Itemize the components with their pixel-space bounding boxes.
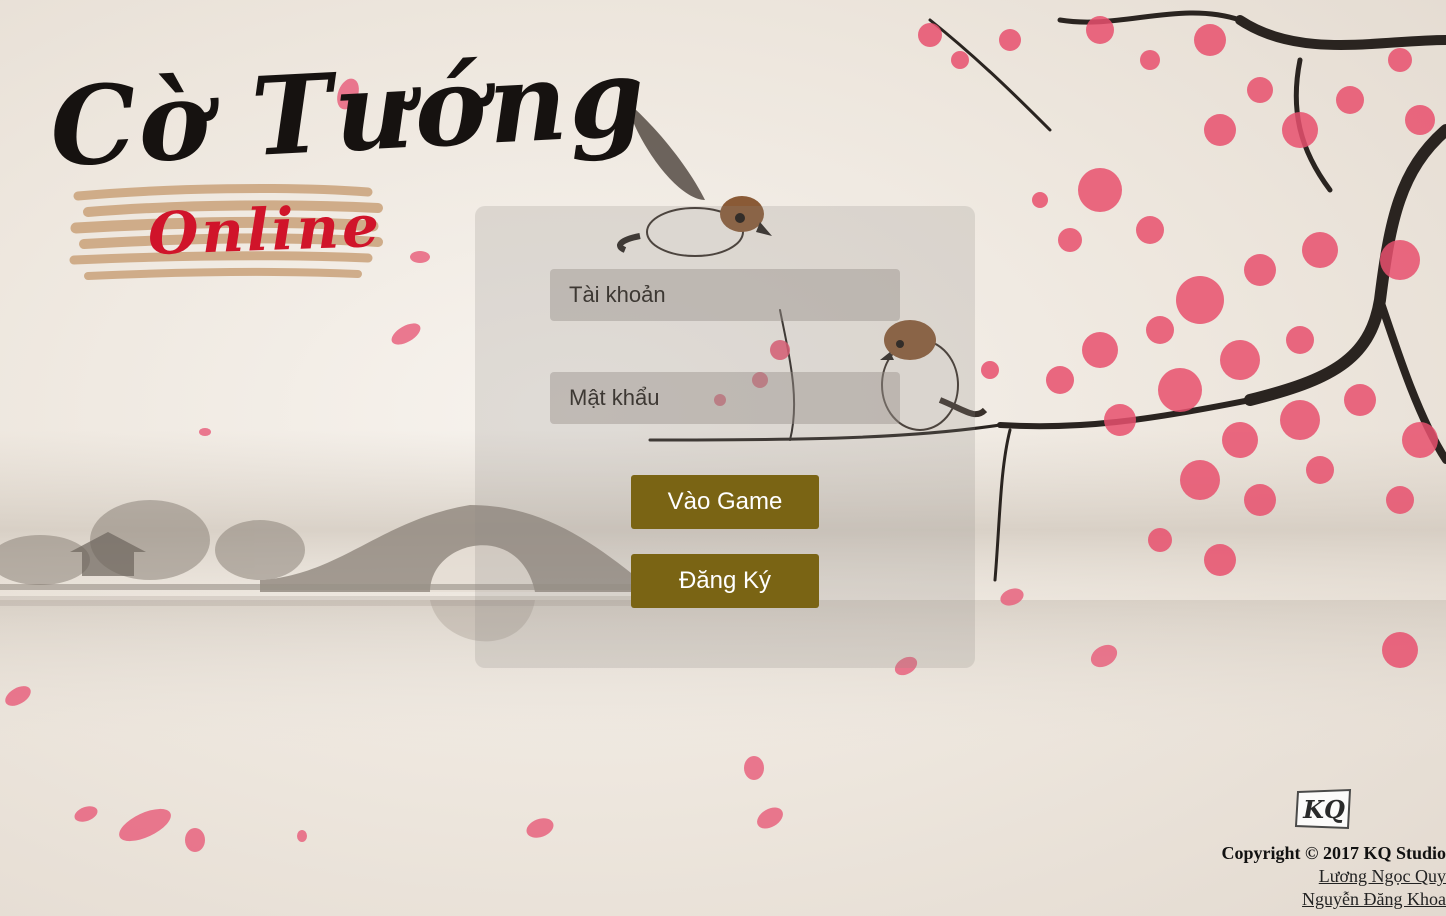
password-input[interactable] (550, 372, 900, 424)
logo-subtitle: Online (146, 191, 383, 269)
kq-studio-logo-icon: KQ (1294, 788, 1352, 830)
studio-logo-text: KQ (1302, 795, 1345, 824)
username-input[interactable] (550, 269, 900, 321)
footer: Copyright © 2017 KQ Studio Lương Ngọc Qu… (1222, 842, 1446, 911)
login-button[interactable]: Vào Game (631, 475, 819, 529)
author-link[interactable]: Lương Ngọc Quy (1222, 865, 1446, 888)
copyright-text: Copyright © 2017 KQ Studio (1221, 843, 1446, 863)
register-button[interactable]: Đăng Ký (631, 554, 819, 608)
game-logo: Cờ Tướng Online (20, 10, 649, 310)
author-link[interactable]: Nguyễn Đăng Khoa (1222, 888, 1446, 911)
